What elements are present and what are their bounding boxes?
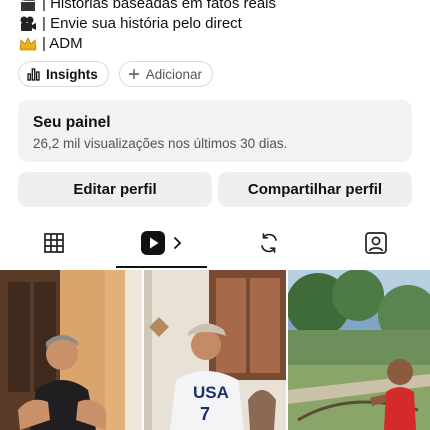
camera-icon (18, 15, 38, 33)
grid-item[interactable] (288, 270, 430, 430)
bio-line-text: | Envie sua história pelo direct (42, 15, 242, 32)
reposts-icon (257, 231, 281, 260)
video-thumbnail: USA 7 (144, 270, 286, 430)
bio-line-1: | Histórias baseadas em fatos reais (18, 0, 418, 14)
video-thumbnail (288, 270, 430, 430)
bio-line-text: | Histórias baseadas em fatos reais (42, 0, 277, 12)
add-label: Adicionar (145, 66, 203, 82)
tab-reels[interactable] (108, 222, 216, 268)
dashboard-panel[interactable]: Seu painel 26,2 mil visualizações nos úl… (18, 100, 412, 162)
bar-chart-icon (27, 67, 40, 81)
profile-bio: | Histórias baseadas em fatos reais | En… (18, 0, 418, 54)
insights-label: Insights (46, 66, 98, 82)
grid-item[interactable]: USA 7 (144, 270, 286, 430)
jersey-number: 7 (200, 404, 210, 424)
profile-chips: Insights Adicionar (18, 61, 214, 87)
clapper-icon (18, 0, 38, 13)
tab-tagged[interactable] (323, 222, 430, 268)
bio-line-2: | Envie sua história pelo direct (18, 14, 418, 34)
media-grid: USA 7 (0, 270, 430, 430)
tagged-icon (364, 231, 388, 260)
profile-tabs (0, 222, 430, 268)
panel-subtitle: 26,2 mil visualizações nos últimos 30 di… (33, 136, 288, 151)
chevron-right-icon (173, 236, 182, 255)
tab-grid[interactable] (0, 222, 108, 268)
grid-icon (43, 232, 65, 259)
add-button[interactable]: Adicionar (118, 61, 214, 87)
reels-icon (140, 230, 166, 261)
panel-title: Seu painel (33, 114, 111, 131)
share-profile-button[interactable]: Compartilhar perfil (218, 172, 412, 207)
bio-line-3: | ADM (18, 34, 418, 54)
bio-line-text: | ADM (42, 35, 83, 52)
grid-item[interactable] (0, 270, 142, 430)
edit-profile-button[interactable]: Editar perfil (18, 172, 212, 207)
tab-reposts[interactable] (215, 222, 323, 268)
plus-icon (128, 68, 140, 80)
video-thumbnail (0, 270, 142, 430)
crown-icon (18, 35, 38, 53)
jersey-text: USA (193, 383, 229, 402)
insights-button[interactable]: Insights (18, 61, 109, 87)
profile-actions: Editar perfil Compartilhar perfil (18, 172, 412, 207)
